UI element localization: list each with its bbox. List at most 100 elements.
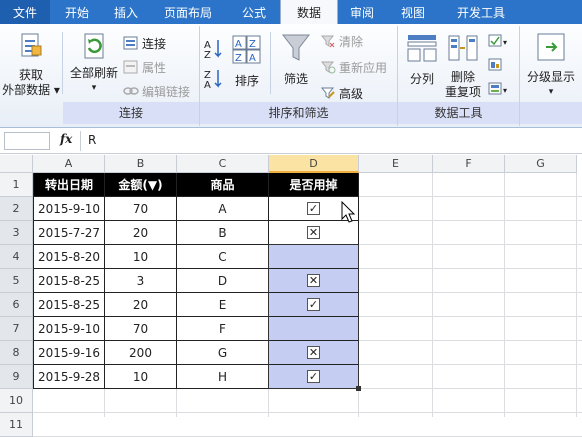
connections-icon <box>123 36 138 50</box>
table-cell-item[interactable]: C <box>177 245 269 269</box>
outline-button[interactable]: 分级显示 ▾ <box>522 32 580 100</box>
tab-file[interactable]: 文件 <box>0 0 50 24</box>
table-cell-amount[interactable]: 3 <box>105 269 177 293</box>
remove-duplicates-button[interactable]: 删除 重复项 <box>444 32 482 100</box>
table-cell-check[interactable] <box>269 317 359 341</box>
group-sort-filter: AZ ZA A Z Z A 排序 筛选 清除 重新应用 高级 排序和筛选 <box>200 26 398 126</box>
table-cell-date[interactable]: 2015-8-25 <box>33 293 105 317</box>
table-cell-check[interactable] <box>269 245 359 269</box>
group-data-tools: 分列 删除 重复项 ▾ ▾ 数据工具 <box>398 26 520 126</box>
tab-review[interactable]: 审阅 <box>338 0 386 24</box>
filter-button[interactable]: 筛选 <box>274 32 318 87</box>
column-header-d[interactable]: D <box>269 155 359 173</box>
table-cell-check[interactable]: ✕ <box>269 269 359 293</box>
table-cell-date[interactable]: 2015-8-20 <box>33 245 105 269</box>
table-cell-amount[interactable]: 70 <box>105 317 177 341</box>
table-cell-item[interactable]: D <box>177 269 269 293</box>
column-header-b[interactable]: B <box>105 155 177 173</box>
tab-formulas[interactable]: 公式 <box>228 0 280 24</box>
table-cell-date[interactable]: 2015-9-10 <box>33 317 105 341</box>
table-cell-amount[interactable]: 10 <box>105 365 177 389</box>
ribbon: 获取 外部数据 ▾ 全部刷新 ▾ 连接 属性 编辑链接 连接 A Z Z A A… <box>0 24 582 128</box>
gridline <box>576 173 577 417</box>
tab-page-layout[interactable]: 页面布局 <box>148 0 228 24</box>
table-cell-check[interactable]: ✓ <box>269 365 359 389</box>
edit-links-button[interactable]: 编辑链接 <box>123 82 190 100</box>
column-header-f[interactable]: F <box>433 155 505 173</box>
column-header-e[interactable]: E <box>359 155 433 173</box>
sort-az-button[interactable]: AZ ZA <box>202 34 224 92</box>
table-cell-amount[interactable]: 10 <box>105 245 177 269</box>
table-cell-amount[interactable]: 70 <box>105 197 177 221</box>
table-cell-item[interactable]: F <box>177 317 269 341</box>
table-cell-amount[interactable]: 20 <box>105 221 177 245</box>
table-cell-check[interactable]: ✓ <box>269 293 359 317</box>
formula-bar: fx R <box>0 128 582 154</box>
get-external-data-label-1: 获取 <box>18 68 43 82</box>
checkbox-cross-icon[interactable]: ✕ <box>307 346 320 359</box>
sort-button[interactable]: A Z Z A 排序 <box>228 34 266 89</box>
column-header-a[interactable]: A <box>33 155 105 173</box>
table-cell-amount[interactable]: 200 <box>105 341 177 365</box>
svg-text:Z: Z <box>249 39 256 50</box>
row-header-6[interactable]: 6 <box>0 293 33 317</box>
select-all-corner[interactable] <box>0 155 33 173</box>
name-box[interactable] <box>4 132 50 150</box>
tab-developer[interactable]: 开发工具 <box>440 0 522 24</box>
row-header-9[interactable]: 9 <box>0 365 33 389</box>
clear-button[interactable]: 清除 <box>320 32 363 50</box>
tab-data[interactable]: 数据 <box>280 0 338 24</box>
text-to-columns-button[interactable]: 分列 <box>402 32 442 87</box>
advanced-button[interactable]: 高级 <box>320 84 363 102</box>
table-cell-item[interactable]: E <box>177 293 269 317</box>
remove-duplicates-label-2: 重复项 <box>444 85 481 99</box>
checkbox-cross-icon[interactable]: ✕ <box>307 226 320 239</box>
fill-handle[interactable] <box>356 386 361 391</box>
refresh-all-button[interactable]: 全部刷新 ▾ <box>65 32 123 96</box>
checkbox-cross-icon[interactable]: ✕ <box>307 274 320 287</box>
table-cell-item[interactable]: G <box>177 341 269 365</box>
row-header-2[interactable]: 2 <box>0 197 33 221</box>
checkbox-checked-icon[interactable]: ✓ <box>307 370 320 383</box>
properties-icon <box>123 60 138 74</box>
tab-insert[interactable]: 插入 <box>104 0 148 24</box>
row-header-3[interactable]: 3 <box>0 221 33 245</box>
row-header-7[interactable]: 7 <box>0 317 33 341</box>
reapply-button[interactable]: 重新应用 <box>320 58 387 76</box>
table-cell-date[interactable]: 2015-9-10 <box>33 197 105 221</box>
formula-input[interactable]: R <box>88 133 96 147</box>
get-external-data-button[interactable]: 获取 外部数据 ▾ <box>2 32 60 98</box>
table-header-cell: 商品 <box>177 173 269 197</box>
column-header-g[interactable]: G <box>505 155 577 173</box>
table-cell-item[interactable]: H <box>177 365 269 389</box>
connections-button[interactable]: 连接 <box>123 34 166 52</box>
remove-duplicates-label-1: 删除 <box>450 70 475 84</box>
row-header-8[interactable]: 8 <box>0 341 33 365</box>
svg-text:Z: Z <box>204 50 211 61</box>
table-cell-date[interactable]: 2015-7-27 <box>33 221 105 245</box>
properties-button[interactable]: 属性 <box>123 58 166 76</box>
column-header-c[interactable]: C <box>177 155 269 173</box>
checkbox-checked-icon[interactable]: ✓ <box>307 298 320 311</box>
table-cell-check[interactable]: ✕ <box>269 341 359 365</box>
table-cell-date[interactable]: 2015-8-25 <box>33 269 105 293</box>
checkbox-checked-icon[interactable]: ✓ <box>307 202 320 215</box>
row-header-1[interactable]: 1 <box>0 173 33 197</box>
fx-icon[interactable]: fx <box>60 132 72 146</box>
row-header-4[interactable]: 4 <box>0 245 33 269</box>
tab-home[interactable]: 开始 <box>50 0 104 24</box>
what-if-button[interactable]: ▾ <box>488 80 512 98</box>
table-cell-item[interactable]: A <box>177 197 269 221</box>
table-cell-item[interactable]: B <box>177 221 269 245</box>
data-validation-button[interactable]: ▾ <box>488 32 512 50</box>
row-header-10[interactable]: 10 <box>0 389 33 413</box>
tab-view[interactable]: 视图 <box>386 0 440 24</box>
ribbon-tab-bar: 文件 开始 插入 页面布局 公式 数据 审阅 视图 开发工具 <box>0 0 582 24</box>
table-cell-amount[interactable]: 20 <box>105 293 177 317</box>
consolidate-button[interactable] <box>488 56 512 74</box>
table-cell-date[interactable]: 2015-9-16 <box>33 341 105 365</box>
row-header-5[interactable]: 5 <box>0 269 33 293</box>
refresh-icon <box>84 33 104 59</box>
table-cell-date[interactable]: 2015-9-28 <box>33 365 105 389</box>
group-connections: 全部刷新 ▾ 连接 属性 编辑链接 连接 <box>63 26 200 126</box>
